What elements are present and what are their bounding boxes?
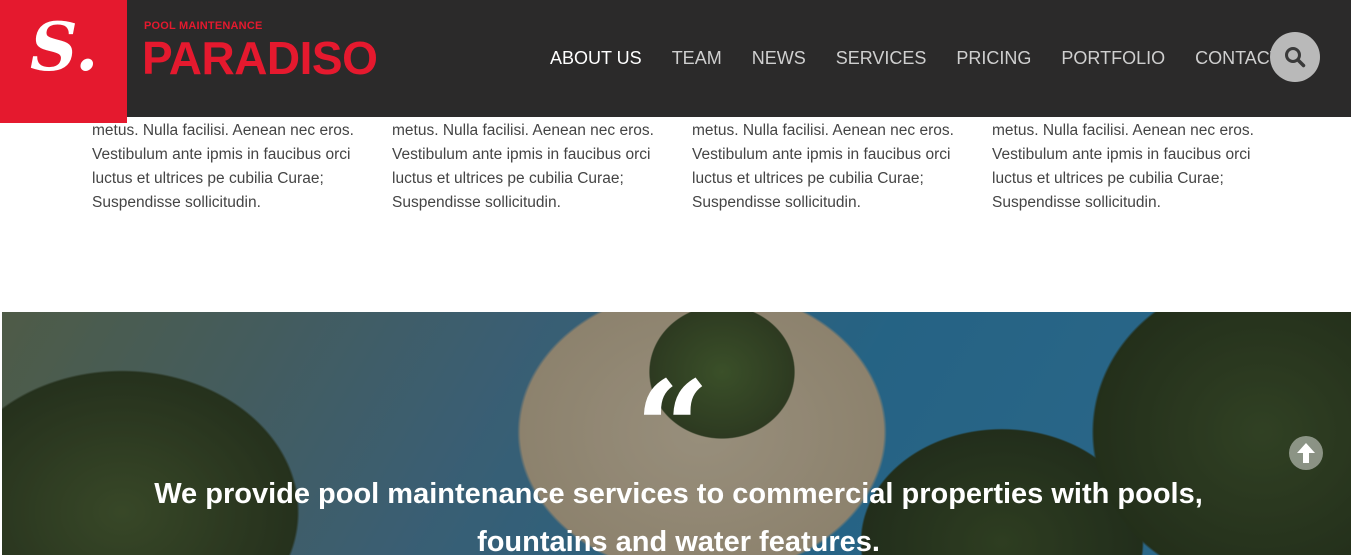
testimonial-text: We provide pool maintenance services to … [154,478,1203,555]
column-text-line: Suspendisse sollicitudin. [992,194,1161,211]
brand-subtitle: POOL MAINTENANCE [144,20,263,32]
search-icon [1285,47,1306,68]
column-text-line: luctus et ultrices pe cubilia Curae; [92,170,324,187]
column-text-line: luctus et ultrices pe cubilia Curae; [992,170,1224,187]
nav-portfolio[interactable]: PORTFOLIO [1061,46,1165,70]
column-text-line: Suspendisse sollicitudin. [392,194,561,211]
nav-news[interactable]: NEWS [752,46,806,70]
nav-services[interactable]: SERVICES [836,46,927,70]
column-text-line: luctus et ultrices pe cubilia Curae; [392,170,624,187]
nav-team[interactable]: TEAM [672,46,722,70]
feature-column-3: metus. Nulla facilisi. Aenean nec eros. … [692,119,972,215]
column-text-line: Vestibulum ante ipmis in faucibus orci [392,146,651,163]
nav-pricing[interactable]: PRICING [956,46,1031,70]
column-text-line: Suspendisse sollicitudin. [692,194,861,211]
scroll-to-top-button[interactable] [1289,436,1323,470]
column-text-line: Vestibulum ante ipmis in faucibus orci [992,146,1251,163]
logo[interactable]: S. [0,0,127,123]
logo-letter: S. [30,8,99,86]
brand-name[interactable]: PARADISO [142,33,378,84]
site-header: S. POOL MAINTENANCE PARADISO ABOUT US TE… [0,0,1351,123]
nav-about-us[interactable]: ABOUT US [550,46,642,70]
search-button[interactable] [1270,32,1320,82]
arrow-up-circle-icon [1297,443,1315,463]
feature-column-4: metus. Nulla facilisi. Aenean nec eros. … [992,119,1272,215]
feature-column-1: metus. Nulla facilisi. Aenean nec eros. … [92,119,372,215]
column-text-line: metus. Nulla facilisi. Aenean nec eros. [392,122,654,139]
column-text-line: luctus et ultrices pe cubilia Curae; [692,170,924,187]
column-text-line: Vestibulum ante ipmis in faucibus orci [692,146,951,163]
main-nav: ABOUT US TEAM NEWS SERVICES PRICING PORT… [550,46,1323,70]
column-text-line: metus. Nulla facilisi. Aenean nec eros. [692,122,954,139]
testimonial-hero: “ We provide pool maintenance services t… [2,312,1351,555]
column-text-line: Suspendisse sollicitudin. [92,194,261,211]
column-text-line: metus. Nulla facilisi. Aenean nec eros. [992,122,1254,139]
column-text-line: Vestibulum ante ipmis in faucibus orci [92,146,351,163]
feature-column-2: metus. Nulla facilisi. Aenean nec eros. … [392,119,672,215]
column-text-line: metus. Nulla facilisi. Aenean nec eros. [92,122,354,139]
